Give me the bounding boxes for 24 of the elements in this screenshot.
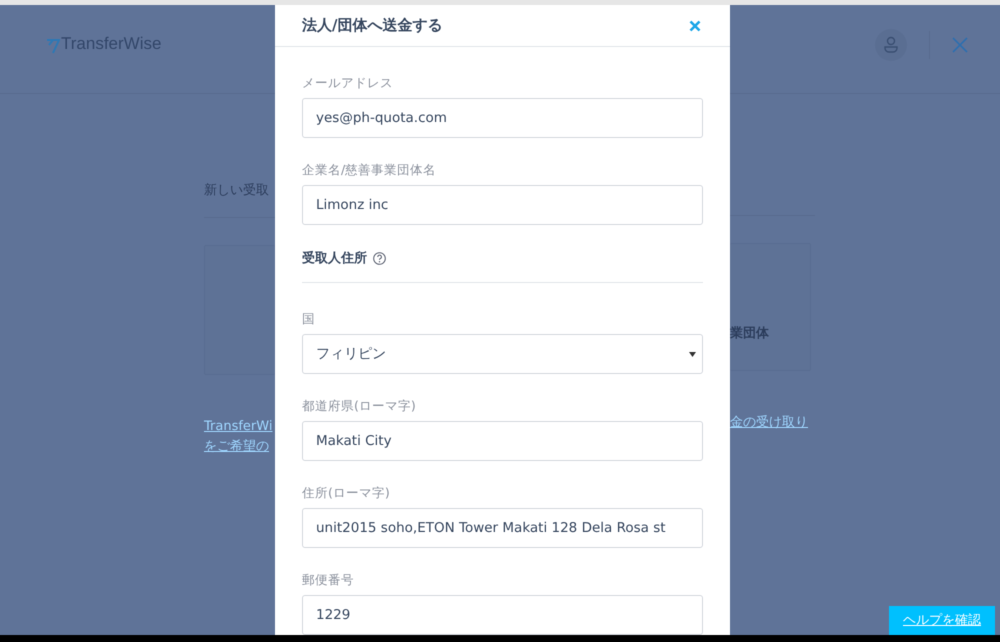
modal-title: 法人/団体へ送金する [302,16,442,35]
field-label: 企業名/慈善事業団体名 [302,162,438,179]
account-button[interactable] [875,28,907,60]
caret-icon [689,352,696,356]
section-title: 新しい受取 [204,182,270,199]
help-icon[interactable] [373,252,386,264]
input-field[interactable]: unit2015 soho,ETON Tower Makati 128 Dela Rosa st [302,508,703,548]
field-label: 住所(ローマ字) [302,485,391,502]
field-label: 都道府県(ローマ字) [302,398,417,415]
close-icon[interactable] [952,36,968,52]
input-field[interactable]: 1229 [302,595,703,635]
country-dropdown[interactable]: フィリピン [302,334,703,374]
close-button[interactable] [687,18,703,34]
field-label: メールアドレス [302,75,394,92]
field-label: 国 [302,311,316,328]
input-field[interactable]: Makati City [302,421,703,461]
field-label: 郵便番号 [302,572,355,589]
logo-icon [46,38,60,54]
close-icon [689,20,701,32]
input-field[interactable]: yes@ph-quota.com [302,98,703,138]
input-field[interactable]: Limonz inc [302,185,703,225]
option-card[interactable] [204,245,275,375]
section-heading: 受取人住所 [302,250,367,267]
person-icon [883,36,899,54]
